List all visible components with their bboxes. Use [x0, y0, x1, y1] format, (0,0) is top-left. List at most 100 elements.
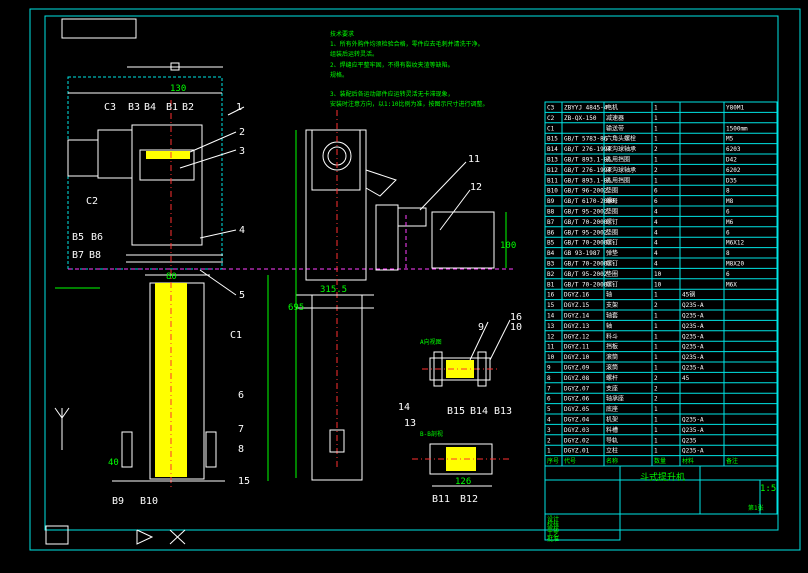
bom-cell: 1: [654, 105, 658, 112]
bom-cell: 2: [654, 302, 658, 309]
bom-cell: 孔用挡圈: [606, 176, 630, 184]
bom-cell: 6: [654, 198, 658, 205]
bom-cell: 2: [547, 437, 551, 444]
bom-cell: 10: [654, 281, 662, 288]
bom-header-cell: 备注: [726, 457, 738, 465]
callout-B5: B5: [72, 232, 84, 243]
bom-cell: Q235-A: [682, 427, 704, 434]
callout-2: 2: [239, 127, 245, 138]
bom-cell: 1: [654, 354, 658, 361]
scale: 1:5: [760, 484, 776, 494]
bom-cell: 滚筒: [606, 364, 618, 372]
bom-cell: 垫圈: [606, 208, 618, 216]
bom-cell: DGYZ.02: [564, 437, 590, 444]
bom-cell: 3: [547, 427, 551, 434]
bom-cell: GB/T 95-2002: [564, 229, 608, 236]
cad-drawing: 130 80 40 1 2 3 4 5 C3 B3 B4 B1 B2 C2 B5…: [29, 8, 801, 551]
bom-cell: DGYZ.10: [564, 354, 590, 361]
bom-cell: M8X20: [726, 261, 744, 268]
callout-B3: B3: [128, 102, 140, 113]
bom-cell: B12: [547, 167, 558, 174]
bom-cell: C3: [547, 105, 555, 112]
bom-cell: B11: [547, 177, 558, 184]
bom-cell: 螺杆: [606, 374, 618, 382]
bom-cell: 螺钉: [606, 280, 618, 288]
callout-10: 10: [510, 322, 522, 333]
bom-cell: 4: [654, 229, 658, 236]
bin: [431, 211, 495, 269]
bom-cell: 1: [654, 115, 658, 122]
bom-cell: Q235-A: [682, 333, 704, 340]
bom-cell: B3: [547, 261, 555, 268]
bom-cell: 轴: [606, 322, 612, 330]
svg-text:B-B剖视: B-B剖视: [420, 430, 443, 438]
bom-cell: B4: [547, 250, 555, 257]
bom-cell: 10: [654, 271, 662, 278]
bom-cell: 13: [547, 323, 555, 330]
bom-cell: GB/T 70-2000: [564, 261, 608, 268]
bom-cell: 1: [654, 313, 658, 320]
callout-13: 13: [404, 418, 416, 429]
technical-notes: 技术要求 1、所有外购件均须检验合格，零件应去毛刺并清洗干净。 组装后运转灵活。…: [330, 30, 488, 108]
bom-cell: 1: [654, 344, 658, 351]
bom-cell: 挡板: [606, 343, 618, 351]
bom-cell: DGYZ.03: [564, 427, 590, 434]
callout-C2: C2: [86, 196, 98, 207]
bom-cell: 4: [654, 240, 658, 247]
callout-12: 12: [470, 182, 482, 193]
svg-text:安装时注意方向，以1:10比例为准，按图示尺寸进行调整。: 安装时注意方向，以1:10比例为准，按图示尺寸进行调整。: [330, 100, 488, 108]
callout-B14: B14: [470, 406, 488, 417]
callout-B1: B1: [166, 102, 178, 113]
bom-cell: 4: [547, 417, 551, 424]
bom-cell: 1: [654, 427, 658, 434]
bom-cell: DGYZ.05: [564, 406, 590, 413]
drawing-name: 斗式提升机: [640, 471, 685, 483]
bom-cell: 1: [654, 417, 658, 424]
bom-cell: 11: [547, 344, 555, 351]
bom-cell: 输送带: [606, 124, 624, 132]
bom-cell: 深沟球轴承: [606, 166, 636, 174]
front-view: 130 80 40: [55, 62, 516, 490]
bom-cell: DGYZ.13: [564, 323, 590, 330]
dim-130: 130: [170, 84, 186, 94]
bom-cell: 1: [654, 157, 658, 164]
svg-text:40: 40: [108, 458, 119, 468]
hopper-fill: [146, 151, 190, 159]
bom-cell: 12: [547, 333, 555, 340]
bom-cell: 16: [547, 292, 555, 299]
bom-cell: M6X: [726, 281, 737, 288]
bom-cell: DGYZ.09: [564, 365, 590, 372]
bom-cell: 2: [654, 146, 658, 153]
bom-cell: 1: [654, 136, 658, 143]
bom-cell: D35: [726, 177, 737, 184]
bom-cell: DGYZ.14: [564, 313, 590, 320]
svg-text:1、所有外购件均须检验合格，零件应去毛刺并清洗干净。: 1、所有外购件均须检验合格，零件应去毛刺并清洗干净。: [330, 40, 484, 48]
callout-C1: C1: [230, 330, 242, 341]
bom-cell: 底座: [606, 405, 618, 413]
bom-cell: DGYZ.15: [564, 302, 590, 309]
callout-5: 5: [239, 290, 245, 301]
bom-cell: 支架: [606, 301, 618, 309]
bom-cell: ZB-QX-150: [564, 115, 597, 122]
bom-cell: Q235-A: [682, 344, 704, 351]
bom-cell: 垫圈: [606, 187, 618, 195]
bom-cell: 10: [547, 354, 555, 361]
bom-cell: 1: [654, 177, 658, 184]
bom-cell: M8: [726, 198, 734, 205]
bom-cell: C2: [547, 115, 555, 122]
bom-header-cell: 序号: [547, 457, 559, 465]
bom-cell: 1: [654, 365, 658, 372]
bom-cell: 深沟球轴承: [606, 145, 636, 153]
bom-cell: 8: [726, 250, 730, 257]
bom-cell: 1: [654, 406, 658, 413]
bom-cell: 6202: [726, 167, 741, 174]
bom-cell: DGYZ.16: [564, 292, 590, 299]
bom-cell: DGYZ.01: [564, 448, 590, 455]
bom-header-cell: 数量: [654, 457, 666, 465]
bom-cell: 15: [547, 302, 555, 309]
bom-cell: 14: [547, 313, 555, 320]
bom-cell: 4: [654, 219, 658, 226]
bom-cell: 2: [654, 396, 658, 403]
callout-B10: B10: [140, 496, 158, 507]
bom-cell: DGYZ.06: [564, 396, 590, 403]
